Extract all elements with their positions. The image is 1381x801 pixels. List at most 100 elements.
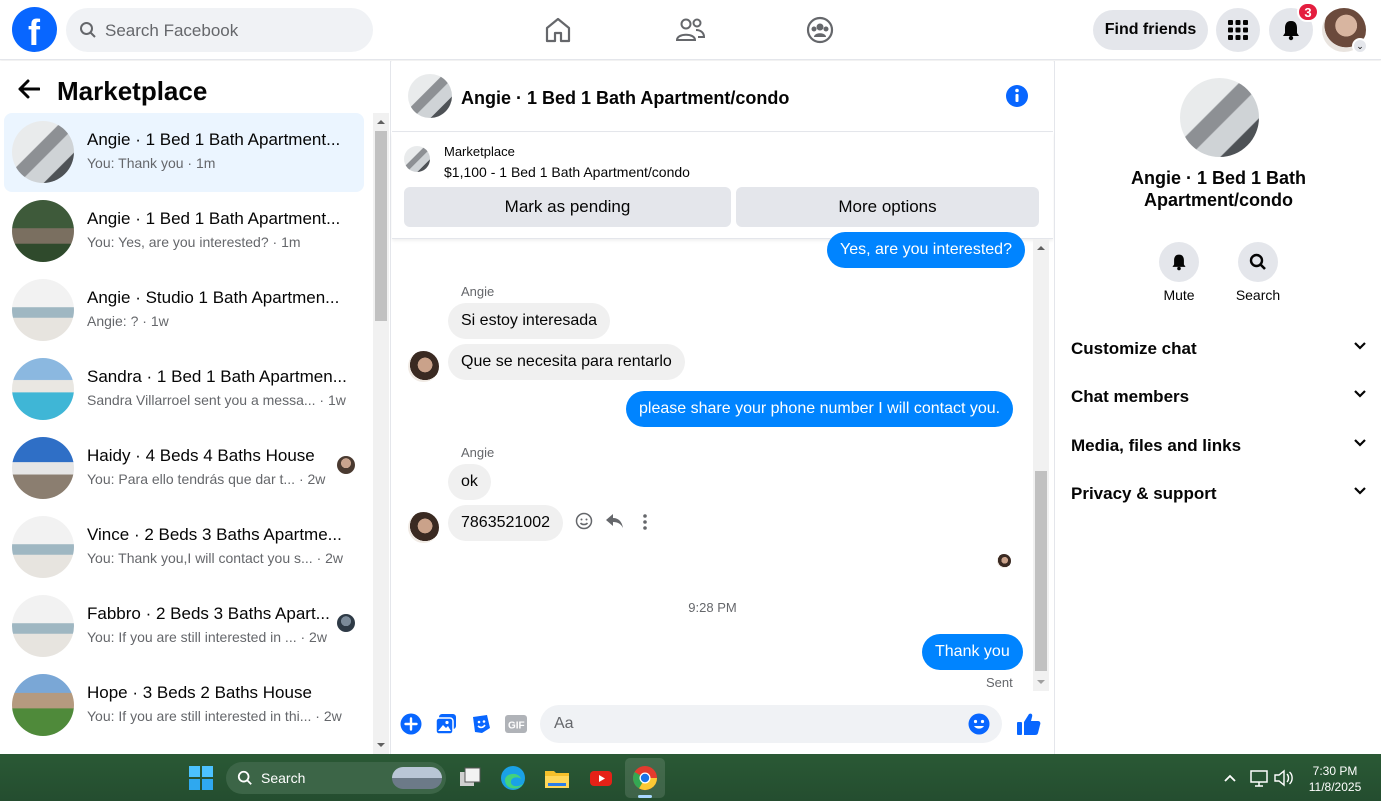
customize-chat-section[interactable]: Customize chat xyxy=(1071,325,1367,373)
scrollbar-thumb[interactable] xyxy=(1035,471,1047,671)
outgoing-message[interactable]: please share your phone number I will co… xyxy=(626,391,1014,427)
incoming-message[interactable]: Que se necesita para rentarlo xyxy=(448,344,685,380)
file-explorer-icon[interactable] xyxy=(543,764,571,792)
scroll-down-icon[interactable] xyxy=(373,738,389,752)
section-label: Chat members xyxy=(1071,387,1190,406)
incoming-message[interactable]: 7863521002 xyxy=(448,505,563,541)
find-friends-button[interactable]: Find friends xyxy=(1093,10,1208,50)
conversation-item[interactable]: Angie · 1 Bed 1 Bath Apartment... You: T… xyxy=(4,113,364,192)
conversation-item[interactable]: Sandra · 1 Bed 1 Bath Apartmen... Sandra… xyxy=(4,350,364,429)
volume-icon[interactable] xyxy=(1270,764,1298,792)
privacy-support-section[interactable]: Privacy & support xyxy=(1071,470,1367,518)
taskbar-search-label: Search xyxy=(261,770,306,786)
back-arrow-icon[interactable] xyxy=(18,79,40,99)
listing-price-title[interactable]: $1,100 - 1 Bed 1 Bath Apartment/condo xyxy=(444,164,690,180)
conversation-item[interactable]: Angie · Studio 1 Bath Apartmen... Angie:… xyxy=(4,271,364,350)
conversation-list-scrollbar[interactable] xyxy=(373,113,389,754)
conversation-preview: You: Thank you · 1m xyxy=(87,155,216,171)
conversation-item[interactable]: Fabbro · 2 Beds 3 Baths Apart... You: If… xyxy=(4,587,364,666)
sender-avatar[interactable] xyxy=(408,351,439,382)
chat-avatar[interactable] xyxy=(408,74,452,118)
message-status: Sent xyxy=(986,675,1013,690)
search-placeholder: Search Facebook xyxy=(105,21,239,40)
conversation-item[interactable]: Angie · 1 Bed 1 Bath Apartment... You: Y… xyxy=(4,192,364,271)
system-clock[interactable]: 7:30 PM 11/8/2025 xyxy=(1300,763,1370,795)
top-navigation-bar: f Search Facebook Find friends 3 ⌄ xyxy=(0,0,1381,60)
search-label: Search xyxy=(1235,287,1281,303)
thumbs-up-icon[interactable] xyxy=(1016,711,1042,737)
more-options-icon[interactable] xyxy=(641,513,649,531)
message-input[interactable]: Aa xyxy=(540,705,1002,743)
conversation-item[interactable]: Hope · 3 Beds 2 Baths House You: If you … xyxy=(4,666,364,745)
active-app-indicator xyxy=(638,795,652,798)
scroll-down-icon[interactable] xyxy=(1033,675,1049,689)
chat-avatar-large xyxy=(1180,78,1259,157)
outgoing-message[interactable]: Thank you xyxy=(922,634,1023,670)
chevron-down-icon xyxy=(1354,487,1366,495)
windows-taskbar: Search 7:30 PM 11/8/2025 xyxy=(0,754,1381,801)
panel-header: Marketplace xyxy=(0,61,391,113)
friends-icon[interactable] xyxy=(674,14,706,46)
sticker-icon[interactable] xyxy=(470,713,492,735)
scroll-up-icon[interactable] xyxy=(1033,241,1049,255)
groups-icon[interactable] xyxy=(804,14,836,46)
windows-start-icon[interactable] xyxy=(187,764,215,792)
search-facebook-input[interactable]: Search Facebook xyxy=(66,8,373,52)
conversation-title: Sandra · 1 Bed 1 Bath Apartmen... xyxy=(87,367,347,386)
section-label: Media, files and links xyxy=(1071,436,1242,455)
incoming-message[interactable]: Si estoy interesada xyxy=(448,303,611,339)
conversation-item[interactable]: Vince · 2 Beds 3 Baths Apartme... You: T… xyxy=(4,508,364,587)
conversation-preview: You: If you are still interested in ... … xyxy=(87,629,327,645)
sender-name: Angie xyxy=(461,284,495,299)
mute-button[interactable] xyxy=(1159,242,1199,282)
edge-browser-icon[interactable] xyxy=(499,764,527,792)
search-in-chat-button[interactable] xyxy=(1238,242,1278,282)
search-icon xyxy=(237,770,252,785)
chat-header: Angie · 1 Bed 1 Bath Apartment/condo xyxy=(392,61,1053,132)
scroll-up-icon[interactable] xyxy=(373,115,389,129)
seen-by-avatar xyxy=(337,614,355,632)
emoji-icon[interactable] xyxy=(968,713,990,735)
message-input-placeholder: Aa xyxy=(554,715,574,732)
listing-thumbnail xyxy=(12,595,74,657)
conversation-preview: You: Para ello tendrás que dar t... · 2w xyxy=(87,471,326,487)
message-composer: GIF Aa xyxy=(392,701,1053,751)
chat-title[interactable]: Angie · 1 Bed 1 Bath Apartment/condo xyxy=(461,88,789,109)
chat-members-section[interactable]: Chat members xyxy=(1071,373,1367,421)
react-emoji-icon[interactable] xyxy=(575,512,593,530)
taskbar-search[interactable]: Search xyxy=(226,762,446,794)
listing-thumbnail xyxy=(12,200,74,262)
outgoing-message[interactable]: Yes, are you interested? xyxy=(827,232,1025,268)
facebook-logo[interactable]: f xyxy=(12,7,57,53)
conversation-title: Angie · Studio 1 Bath Apartmen... xyxy=(87,288,340,307)
clock-date: 11/8/2025 xyxy=(1308,780,1362,794)
chrome-active-tab[interactable] xyxy=(625,758,665,798)
mark-as-pending-button[interactable]: Mark as pending xyxy=(404,187,731,227)
gif-icon[interactable]: GIF xyxy=(504,713,528,735)
home-icon[interactable] xyxy=(542,14,574,46)
scrollbar-thumb[interactable] xyxy=(375,131,387,321)
conversation-title: Fabbro · 2 Beds 3 Baths Apart... xyxy=(87,604,330,623)
plus-circle-icon[interactable] xyxy=(400,713,422,735)
chevron-down-icon xyxy=(1354,342,1366,350)
chevron-down-icon xyxy=(1354,390,1366,398)
more-options-button[interactable]: More options xyxy=(736,187,1039,227)
info-icon[interactable] xyxy=(1005,84,1029,108)
chevron-up-icon[interactable] xyxy=(1216,764,1244,792)
reply-icon[interactable] xyxy=(605,512,625,530)
search-icon xyxy=(1249,253,1266,270)
task-view-icon[interactable] xyxy=(456,764,484,792)
conversation-preview: You: If you are still interested in thi.… xyxy=(87,708,342,724)
mute-label: Mute xyxy=(1163,287,1195,303)
profile-avatar[interactable]: ⌄ xyxy=(1322,8,1368,54)
photo-icon[interactable] xyxy=(435,713,457,735)
menu-button[interactable] xyxy=(1216,8,1260,52)
sender-name: Angie xyxy=(461,445,495,460)
chat-scrollbar[interactable] xyxy=(1033,239,1049,691)
sender-avatar[interactable] xyxy=(408,512,439,543)
youtube-app-icon[interactable] xyxy=(587,764,615,792)
conversation-item[interactable]: Haidy · 4 Beds 4 Baths House You: Para e… xyxy=(4,429,364,508)
marketplace-listing-banner: Marketplace $1,100 - 1 Bed 1 Bath Apartm… xyxy=(392,133,1053,239)
incoming-message[interactable]: ok xyxy=(448,464,491,500)
media-files-links-section[interactable]: Media, files and links xyxy=(1071,422,1367,470)
